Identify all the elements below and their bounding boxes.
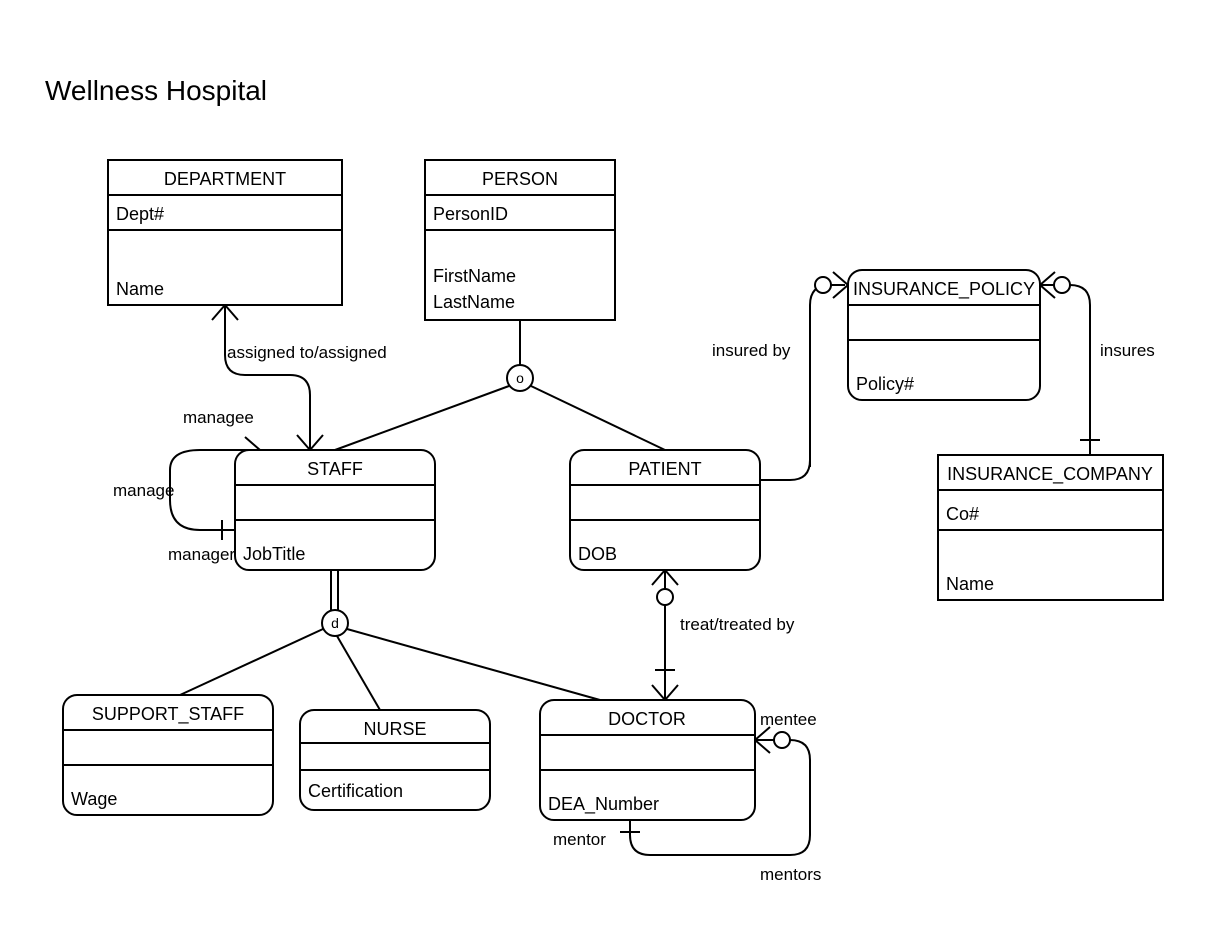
entity-name: PERSON <box>482 169 558 189</box>
zero-circle-policy-right <box>1054 277 1070 293</box>
line-d-support <box>180 629 323 695</box>
zero-circle-mentee <box>774 732 790 748</box>
label-manage: manage <box>113 481 174 500</box>
line-d-nurse <box>337 636 380 710</box>
entity-nurse: NURSE Certification <box>300 710 490 810</box>
entity-key: Dept# <box>116 204 164 224</box>
zero-circle-policy-left <box>815 277 831 293</box>
spec-symbol-staff: d <box>331 615 339 631</box>
entity-department: DEPARTMENT Dept# Name <box>108 160 342 305</box>
entity-staff: STAFF JobTitle <box>235 450 435 570</box>
entity-name: STAFF <box>307 459 363 479</box>
line-dept-staff <box>225 305 310 450</box>
label-managee: managee <box>183 408 254 427</box>
entity-insurance-company: INSURANCE_COMPANY Co# Name <box>938 455 1163 600</box>
label-treat: treat/treated by <box>680 615 795 634</box>
label-insures: insures <box>1100 341 1155 360</box>
line-policy-company <box>1040 285 1090 455</box>
entity-name: DEPARTMENT <box>164 169 286 189</box>
label-manager: manager <box>168 545 235 564</box>
line-patient-policy <box>760 285 845 480</box>
er-diagram: Wellness Hospital o assigned to/assigned… <box>0 0 1206 927</box>
entity-attr: JobTitle <box>243 544 305 564</box>
entity-name: INSURANCE_POLICY <box>853 279 1035 300</box>
label-mentor: mentor <box>553 830 606 849</box>
entity-key: Co# <box>946 504 979 524</box>
spec-symbol-person: o <box>516 370 524 386</box>
entity-name: NURSE <box>363 719 426 739</box>
entity-doctor: DOCTOR DEA_Number <box>540 700 755 820</box>
entity-attr: Certification <box>308 781 403 801</box>
diagram-title: Wellness Hospital <box>45 75 267 106</box>
zero-circle-patient <box>657 589 673 605</box>
entity-name: SUPPORT_STAFF <box>92 704 244 725</box>
entity-attr: DEA_Number <box>548 794 659 815</box>
label-mentors: mentors <box>760 865 821 884</box>
entity-attr: Name <box>116 279 164 299</box>
line-o-to-staff <box>335 386 509 450</box>
entity-attr: Wage <box>71 789 117 809</box>
label-mentee: mentee <box>760 710 817 729</box>
line-o-to-patient <box>531 386 665 450</box>
entity-attr: FirstName <box>433 266 516 286</box>
entity-name: PATIENT <box>628 459 701 479</box>
entity-name: DOCTOR <box>608 709 686 729</box>
entity-patient: PATIENT DOB <box>570 450 760 570</box>
entity-person: PERSON PersonID FirstName LastName <box>425 160 615 320</box>
label-insuredby: insured by <box>712 341 791 360</box>
entity-name: INSURANCE_COMPANY <box>947 464 1153 485</box>
entity-support-staff: SUPPORT_STAFF Wage <box>63 695 273 815</box>
entity-attr: Name <box>946 574 994 594</box>
line-d-doctor <box>347 629 600 700</box>
entity-attr: LastName <box>433 292 515 312</box>
entity-insurance-policy: INSURANCE_POLICY Policy# <box>848 270 1040 400</box>
entity-attr: Policy# <box>856 374 914 394</box>
entity-key: PersonID <box>433 204 508 224</box>
label-assigned: assigned to/assigned <box>227 343 387 362</box>
entity-attr: DOB <box>578 544 617 564</box>
